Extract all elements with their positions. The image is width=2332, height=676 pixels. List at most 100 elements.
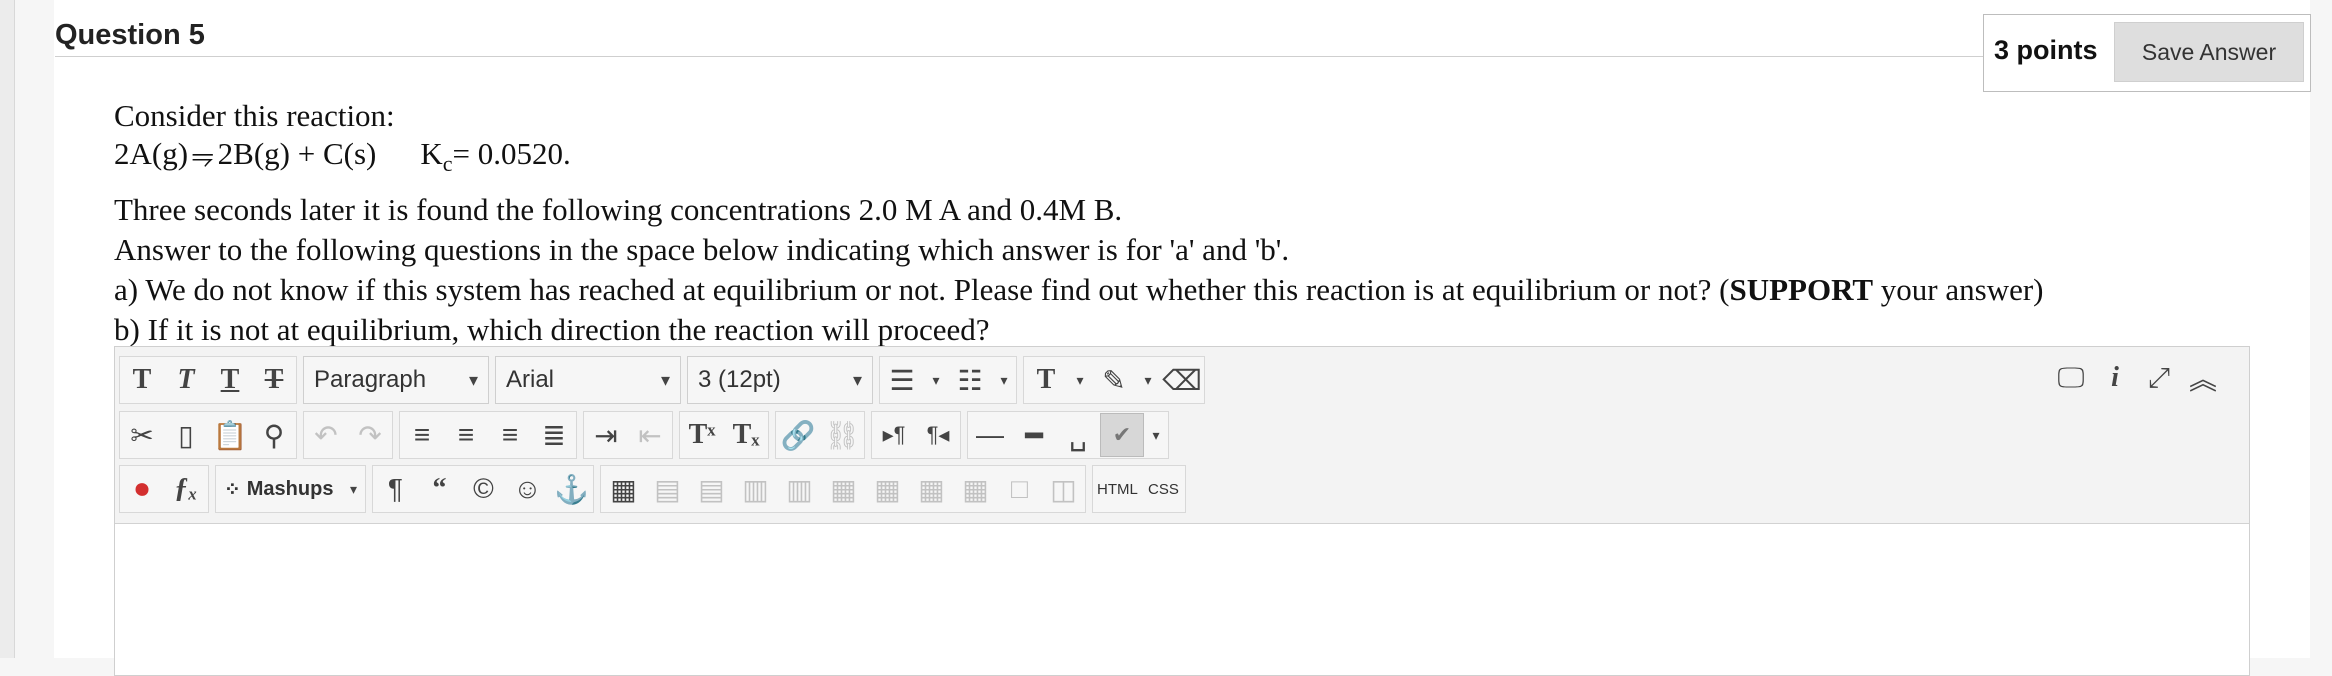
blockquote-icon[interactable]: “: [417, 466, 461, 512]
title-divider: [55, 56, 1983, 57]
toolbar-right-group: 🖵 i ⤢ ︽: [2049, 355, 2225, 401]
insert-line-group: — ━ ␣ ✔ ▾: [967, 411, 1169, 459]
question-intro: Consider this reaction:: [114, 98, 395, 133]
fullscreen-icon[interactable]: ⤢: [2137, 355, 2181, 401]
history-group: ↶ ↷: [303, 411, 393, 459]
highlight-icon[interactable]: ✎: [1092, 357, 1136, 403]
question-line-concentrations: Three seconds later it is found the foll…: [114, 192, 1123, 228]
outdent-icon[interactable]: ⇤: [628, 412, 672, 458]
table-merge-icon[interactable]: ▦: [953, 466, 997, 512]
table-delete-col-icon[interactable]: ▦: [865, 466, 909, 512]
align-justify-icon[interactable]: ≣: [532, 412, 576, 458]
editor-toolbar: T T T T Paragraph ▾ Arial ▾ 3 (12pt) ▾ ☰ ▾ …: [115, 347, 2249, 524]
question-line-instructions: Answer to the following questions in the…: [114, 232, 1290, 268]
bullet-list-icon[interactable]: ☰: [880, 357, 924, 403]
italic-icon[interactable]: T: [164, 357, 208, 403]
reaction-equation: 2A(g) ⥭ 2B(g) + C(s) Kc= 0.0520.: [114, 134, 2044, 184]
align-right-icon[interactable]: ≡: [488, 412, 532, 458]
paragraph-format-select[interactable]: Paragraph ▾: [303, 356, 489, 404]
ltr-icon[interactable]: ▸¶: [872, 412, 916, 458]
paste-icon[interactable]: 📋: [208, 412, 252, 458]
indent-icon[interactable]: ⇥: [584, 412, 628, 458]
table-icon[interactable]: ▦: [601, 466, 645, 512]
chevron-down-icon[interactable]: ▾: [924, 357, 948, 403]
superscript-icon[interactable]: Tˣ: [680, 412, 724, 458]
chevron-down-icon: ▾: [852, 369, 862, 390]
table-group: ▦ ▤ ▤ ▥ ▥ ▦ ▦ ▦ ▦ □ ◫: [600, 465, 1087, 513]
table-row-after-icon[interactable]: ▤: [689, 466, 733, 512]
kc-label: Kc= 0.0520.: [420, 136, 571, 177]
mashups-button[interactable]: ⁘ Mashups: [216, 477, 341, 502]
spellcheck-icon[interactable]: ✔: [1100, 412, 1144, 458]
script-group: Tˣ Tₓ: [679, 411, 769, 459]
unlink-icon[interactable]: ⛓: [820, 412, 864, 458]
chevron-down-icon[interactable]: ▾: [1136, 357, 1160, 403]
color-group: T ▾ ✎ ▾ ⌫: [1023, 356, 1205, 404]
info-icon[interactable]: i: [2093, 355, 2137, 401]
undo-icon[interactable]: ↶: [304, 412, 348, 458]
subscript-icon[interactable]: Tₓ: [724, 412, 768, 458]
preview-icon[interactable]: 🖵: [2049, 355, 2093, 401]
chevron-down-icon[interactable]: ▾: [992, 357, 1016, 403]
thick-line-icon[interactable]: ━: [1012, 412, 1056, 458]
copyright-icon[interactable]: ©: [461, 466, 505, 512]
chevron-down-icon[interactable]: ▾: [1144, 412, 1168, 458]
code-group: HTML CSS: [1092, 465, 1187, 513]
question-part-a: a) We do not know if this system has rea…: [114, 272, 2044, 308]
font-family-select[interactable]: Arial ▾: [495, 356, 681, 404]
cut-icon[interactable]: ✂: [120, 412, 164, 458]
nonbreaking-space-icon[interactable]: ␣: [1056, 412, 1100, 458]
paragraph-mark-icon[interactable]: ¶: [373, 466, 417, 512]
table-columns-icon[interactable]: ◫: [1041, 466, 1085, 512]
chevron-down-icon[interactable]: ▾: [341, 466, 365, 512]
table-col-before-icon[interactable]: ▥: [777, 466, 821, 512]
clipboard-group: ✂ ▯ 📋 ⚲: [119, 411, 297, 459]
horizontal-line-icon[interactable]: —: [968, 412, 1012, 458]
equilibrium-arrow-icon: ⥭: [192, 140, 214, 170]
text-style-group: T T T T: [119, 356, 297, 404]
direction-group: ▸¶ ¶◂: [871, 411, 961, 459]
rtl-icon[interactable]: ¶◂: [916, 412, 960, 458]
font-size-select[interactable]: 3 (12pt) ▾: [687, 356, 873, 404]
list-group: ☰ ▾ ☷ ▾: [879, 356, 1017, 404]
points-label: 3 points: [1994, 35, 2098, 65]
strikethrough-icon[interactable]: T: [252, 357, 296, 403]
align-group: ≡ ≡ ≡ ≣: [399, 411, 577, 459]
align-center-icon[interactable]: ≡: [444, 412, 488, 458]
emoticon-icon[interactable]: ☺: [505, 466, 549, 512]
table-cell-props-icon[interactable]: ▦: [909, 466, 953, 512]
align-left-icon[interactable]: ≡: [400, 412, 444, 458]
formula-icon[interactable]: ƒₓ: [164, 466, 208, 512]
question-title: Question 5: [55, 19, 205, 51]
css-button[interactable]: CSS: [1141, 466, 1185, 512]
youtube-icon[interactable]: ⏺: [120, 466, 164, 512]
copy-icon[interactable]: ▯: [164, 412, 208, 458]
link-icon[interactable]: 🔗: [776, 412, 820, 458]
bold-icon[interactable]: T: [120, 357, 164, 403]
media-group: ⏺ ƒₓ: [119, 465, 209, 513]
question-body: Consider this reaction: 2A(g) ⥭ 2B(g) + C(…: [114, 96, 2044, 350]
numbered-list-icon[interactable]: ☷: [948, 357, 992, 403]
answer-text-area[interactable]: [115, 524, 2249, 675]
indent-group: ⇥ ⇤: [583, 411, 673, 459]
save-answer-button[interactable]: Save Answer: [2114, 22, 2304, 82]
answer-editor: T T T T Paragraph ▾ Arial ▾ 3 (12pt) ▾ ☰ ▾ …: [114, 346, 2250, 676]
table-delete-row-icon[interactable]: ▥: [733, 466, 777, 512]
chevron-down-icon: ▾: [660, 369, 670, 390]
eraser-icon[interactable]: ⌫: [1160, 357, 1204, 403]
insert-symbol-group: ¶ “ © ☺ ⚓: [372, 465, 595, 513]
mashups-group: ⁘ Mashups ▾: [215, 465, 367, 513]
anchor-icon[interactable]: ⚓: [549, 466, 593, 512]
chevron-down-icon[interactable]: ▾: [1068, 357, 1092, 403]
table-row-before-icon[interactable]: ▤: [645, 466, 689, 512]
redo-icon[interactable]: ↷: [348, 412, 392, 458]
underline-icon[interactable]: T: [208, 357, 252, 403]
collapse-toolbar-icon[interactable]: ︽: [2181, 355, 2225, 401]
html-button[interactable]: HTML: [1093, 466, 1141, 512]
text-color-icon[interactable]: T: [1024, 357, 1068, 403]
find-icon[interactable]: ⚲: [252, 412, 296, 458]
table-split-icon[interactable]: □: [997, 466, 1041, 512]
question-part-b: b) If it is not at equilibrium, which di…: [114, 312, 990, 348]
table-col-after-icon[interactable]: ▦: [821, 466, 865, 512]
reaction-right: 2B(g) + C(s): [217, 136, 377, 171]
